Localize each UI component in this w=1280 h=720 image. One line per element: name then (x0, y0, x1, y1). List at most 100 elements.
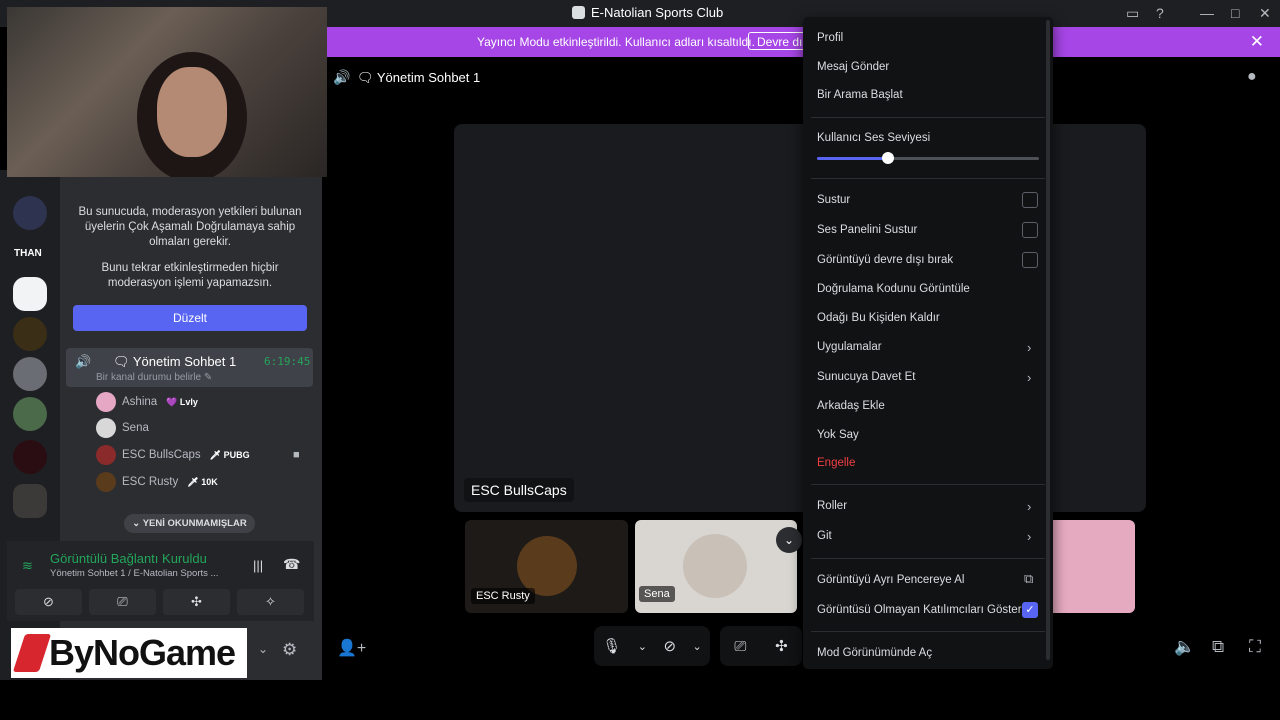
menu-apps[interactable]: Uygulamalar (817, 341, 882, 353)
menu-verify-code[interactable]: Doğrulama Kodunu Görüntüle (817, 283, 970, 295)
member-ashina[interactable]: Ashina 💜 Lvly (96, 392, 201, 412)
server-icon-than[interactable]: THAN (14, 248, 42, 259)
volume-slider-knob[interactable] (882, 152, 895, 164)
menu-profile[interactable]: Profil (817, 32, 843, 44)
server-icon-draxus[interactable] (13, 196, 47, 230)
menu-block[interactable]: Engelle (817, 457, 855, 469)
menu-message[interactable]: Mesaj Gönder (817, 61, 889, 73)
voice-channel-icon: 🔊 (333, 69, 351, 85)
voice-connected-sub[interactable]: Yönetim Sohbet 1 / E-Natolian Sports ... (50, 568, 240, 579)
chevron-down-icon[interactable]: ⌄ (693, 640, 702, 653)
chevron-down-icon[interactable]: ⌄ (638, 640, 647, 653)
menu-divider (811, 178, 1045, 179)
avatar (96, 418, 116, 438)
volume-slider[interactable] (817, 157, 1039, 160)
activities-button[interactable]: ✣ (163, 589, 230, 615)
disable-streamer-mode-button[interactable]: Devre dışı (748, 32, 808, 50)
avatar (96, 472, 116, 492)
camera-off-icon[interactable]: ⊘ (663, 637, 676, 655)
maximize-button[interactable]: □ (1231, 5, 1239, 21)
settings-gear-icon[interactable]: ⚙ (282, 640, 297, 660)
collapse-tiles-button[interactable]: ⌄ (776, 527, 802, 553)
avatar (683, 534, 747, 598)
chevron-right-icon: › (1027, 499, 1032, 514)
menu-mute[interactable]: Sustur (817, 194, 850, 206)
banner-text: Yayıncı Modu etkinleştirildi. Kullanıcı … (477, 35, 755, 49)
microphone-icon[interactable]: 🎙 (602, 637, 621, 655)
popout-icon: ⧉ (1024, 571, 1034, 586)
minimize-button[interactable]: — (1200, 5, 1214, 21)
edit-mfa-button[interactable]: Düzelt (73, 305, 307, 331)
screen-share-icon[interactable]: ⎚ (734, 638, 746, 655)
member-sena[interactable]: Sena (96, 418, 149, 438)
menu-call[interactable]: Bir Arama Başlat (817, 89, 903, 101)
menu-add-friend[interactable]: Arkadaş Ekle (817, 400, 885, 412)
server-icon-active[interactable] (13, 277, 47, 311)
webcam-face (157, 67, 227, 157)
volume-slider-fill (817, 157, 889, 160)
disable-video-checkbox[interactable] (1022, 252, 1038, 268)
camera-icon: ■ (293, 449, 300, 461)
participant-tile-rusty[interactable]: ESC Rusty (465, 520, 628, 613)
camera-toggle-button[interactable]: ⊘ (15, 589, 82, 615)
server-icon-x[interactable] (13, 317, 47, 351)
activities-icon[interactable]: ✣ (775, 637, 788, 655)
window-title: E-Natolian Sports Club (572, 5, 723, 20)
menu-roles[interactable]: Roller (817, 500, 847, 512)
logo-mark (12, 634, 52, 672)
menu-go[interactable]: Git (817, 530, 832, 542)
volume-icon[interactable]: 🔈 (1174, 637, 1195, 657)
menu-ignore[interactable]: Yok Say (817, 429, 859, 441)
member-tag: 💜 Lvly (163, 395, 201, 409)
menu-scrollbar[interactable] (1046, 20, 1050, 660)
share-controls: ⎚ ✣ (720, 626, 802, 666)
menu-unfocus[interactable]: Odağı Bu Kişiden Kaldır (817, 312, 940, 324)
signal-icon[interactable]: ≋ (22, 558, 33, 574)
chevron-down-icon[interactable]: ⌄ (258, 642, 268, 656)
server-icon-photo[interactable] (13, 484, 47, 518)
popout-icon[interactable]: ⧉ (1212, 637, 1224, 657)
avatar (517, 536, 577, 596)
close-window-button[interactable]: ✕ (1259, 5, 1271, 22)
menu-mute-soundboard[interactable]: Ses Panelini Sustur (817, 224, 917, 236)
streamer-webcam (7, 7, 327, 177)
inbox-icon[interactable]: ▭ (1126, 5, 1139, 22)
menu-divider (811, 117, 1045, 118)
member-rusty[interactable]: ESC Rusty 🗡 10K (96, 472, 221, 492)
participant-tile-ashina[interactable] (1040, 520, 1135, 613)
mute-checkbox[interactable] (1022, 192, 1038, 208)
voice-channel-name: 🗨 Yönetim Sohbet 1 (113, 354, 237, 369)
chat-icon[interactable]: ● (1247, 68, 1257, 86)
voice-timer: 6:19:45 (264, 355, 311, 368)
menu-volume-label: Kullanıcı Ses Seviyesi (817, 132, 931, 144)
server-icon-pixel[interactable] (13, 397, 47, 431)
menu-popout[interactable]: Görüntüyü Ayrı Pencereye Al (817, 574, 964, 586)
menu-divider (811, 558, 1045, 559)
menu-divider (811, 484, 1045, 485)
noise-suppression-icon[interactable]: ||| (253, 558, 263, 573)
disconnect-icon[interactable]: ☎ (283, 556, 300, 573)
soundboard-button[interactable]: ✧ (237, 589, 304, 615)
member-tag: 🗡 10K (184, 475, 221, 489)
invite-user-icon[interactable]: 👤+ (337, 638, 366, 658)
bynogame-logo: ByNoGame (11, 628, 247, 678)
screen-share-button[interactable]: ⎚ (89, 589, 156, 615)
menu-mod-view[interactable]: Mod Görünümünde Aç (817, 647, 932, 659)
new-unreads-pill[interactable]: ⌄ YENİ OKUNMAMIŞLAR (124, 514, 255, 533)
fullscreen-icon[interactable]: ⛶ (1249, 637, 1261, 657)
participant-tile-sena[interactable]: Sena (635, 520, 797, 613)
voice-connected-label[interactable]: Görüntülü Bağlantı Kuruldu (50, 551, 207, 566)
server-icon-character[interactable] (13, 357, 47, 391)
channel-header: 🗨 Yönetim Sohbet 1 (357, 70, 481, 85)
help-icon[interactable]: ? (1156, 5, 1164, 21)
show-non-video-checkbox[interactable]: ✓ (1022, 602, 1038, 618)
menu-invite[interactable]: Sunucuya Davet Et (817, 371, 915, 383)
close-icon[interactable]: ✕ (1250, 32, 1264, 52)
channel-status[interactable]: Bir kanal durumu belirle ✎ (96, 372, 212, 383)
menu-disable-video[interactable]: Görüntüyü devre dışı bırak (817, 254, 953, 266)
member-bullscaps[interactable]: ESC BullsCaps 🗡 PUBG (96, 445, 253, 465)
server-icon-red[interactable] (13, 440, 47, 474)
menu-show-non-video[interactable]: Görüntüsü Olmayan Katılımcıları Göster (817, 604, 1022, 616)
mute-soundboard-checkbox[interactable] (1022, 222, 1038, 238)
mic-camera-controls: 🎙 ⌄ ⊘ ⌄ (594, 626, 710, 666)
